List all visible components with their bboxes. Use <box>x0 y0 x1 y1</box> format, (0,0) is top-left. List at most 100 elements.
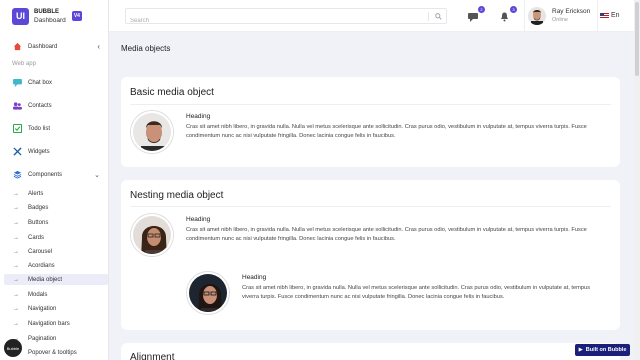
media-object: Heading Cras sit amet nibh libero, in gr… <box>131 111 606 153</box>
sidebar-item-label: Components <box>28 171 63 178</box>
sidebar-subitem[interactable]: → Acordians <box>4 260 108 271</box>
sidebar-subitem-label: Modals <box>28 291 48 298</box>
sidebar-subitem-label: Acordians <box>28 262 55 269</box>
users-icon <box>13 101 22 110</box>
media-object: Heading Cras sit amet nibh libero, in gr… <box>131 214 606 256</box>
sidebar-subitem[interactable]: → Navigation bars <box>4 318 108 329</box>
media-text: Cras sit amet nibh libero, in gravida nu… <box>242 285 591 300</box>
arrow-right-icon: → <box>13 219 19 226</box>
sidebar-item-label: Contacts <box>28 102 52 109</box>
sidebar-item-dashboard[interactable]: Dashboard ‹ <box>0 40 108 53</box>
media-image <box>187 272 229 314</box>
sidebar-subitem[interactable]: → Navigation <box>4 303 108 314</box>
sidebar-subitem[interactable]: → Badges <box>4 202 108 213</box>
sidebar-subitem-label: Cards <box>28 234 45 241</box>
messages-badge: 2 <box>478 6 485 13</box>
divider <box>130 104 611 105</box>
sidebar-subitem-label: Popover & tooltips <box>28 349 77 356</box>
sidebar-subitem-label: Badges <box>28 204 49 211</box>
alignment-card: Alignment <box>121 343 620 360</box>
nesting-media-card: Nesting media object Heading Cras sit am… <box>121 180 620 330</box>
sidebar-subitem[interactable]: → Alerts <box>4 188 108 199</box>
media-heading: Heading <box>242 274 267 281</box>
sidebar-subitem-label: Pagination <box>28 335 57 342</box>
sidebar-subitem-label: Alerts <box>28 190 44 197</box>
media-image <box>131 214 173 256</box>
card-title: Basic media object <box>130 87 214 98</box>
bubble-logo-icon: ▶ <box>578 347 583 353</box>
sidebar-subitem[interactable]: → Carousel <box>4 246 108 257</box>
sidebar-item-widgets[interactable]: Widgets <box>0 145 108 158</box>
section-label: Web app <box>12 61 36 67</box>
sidebar-item-label: Dashboard <box>28 43 58 50</box>
media-image <box>131 111 173 153</box>
sidebar-subitem-label: Navigation bars <box>28 320 70 327</box>
avatar <box>528 6 546 25</box>
sidebar-item-todo-list[interactable]: Todo list <box>0 122 108 135</box>
messages-button[interactable]: 2 <box>468 6 485 22</box>
sidebar-item-components[interactable]: Components ⌄ <box>0 168 108 181</box>
media-heading: Heading <box>186 113 211 120</box>
card-title: Alignment <box>130 352 175 360</box>
media-text: Cras sit amet nibh libero, in gravida nu… <box>186 124 587 139</box>
brand-sub: Dashboard <box>34 16 66 24</box>
built-label: Built on Bubble <box>585 347 627 353</box>
arrow-right-icon: → <box>13 190 19 197</box>
search-icon[interactable] <box>428 12 442 21</box>
checklist-icon <box>13 124 22 133</box>
language-label: En <box>611 12 620 19</box>
arrow-right-icon: → <box>13 204 19 211</box>
sidebar-subitem-label: Buttons <box>28 219 49 226</box>
sidebar-subitem-label: Media object <box>28 276 63 283</box>
us-flag-icon <box>600 12 609 19</box>
sidebar-item-label: Chat box <box>28 79 53 86</box>
media-heading: Heading <box>186 216 211 223</box>
bubble-circle-button[interactable]: Bubble <box>4 339 22 357</box>
sidebar-subitem-active[interactable]: → Media object <box>4 274 108 285</box>
scrollbar-thumb[interactable] <box>635 2 639 76</box>
sidebar-subitem-label: Carousel <box>28 248 53 255</box>
notifications-button[interactable]: 3 <box>500 6 517 22</box>
user-status: Online <box>552 16 568 23</box>
notifications-badge: 3 <box>510 6 517 13</box>
scrollbar[interactable] <box>634 0 640 360</box>
chevron-down-icon[interactable]: ⌄ <box>94 171 100 179</box>
layers-icon <box>13 170 22 179</box>
card-title: Nesting media object <box>130 190 224 201</box>
sidebar-item-label: Widgets <box>28 148 50 155</box>
sidebar-subitem-label: Navigation <box>28 305 57 312</box>
chevron-left-icon[interactable]: ‹ <box>97 42 100 51</box>
language-selector[interactable]: En <box>600 12 620 19</box>
page-title: Media objects <box>121 44 171 53</box>
arrow-right-icon: → <box>13 291 19 298</box>
arrow-right-icon: → <box>13 320 19 327</box>
arrow-right-icon: → <box>13 305 19 312</box>
home-icon <box>13 42 22 51</box>
nested-media-object: Heading Cras sit amet nibh libero, in gr… <box>187 272 604 314</box>
sidebar-subitem[interactable]: → Cards <box>4 232 108 243</box>
brand-name: BUBBLE <box>34 8 59 15</box>
search-box[interactable] <box>125 8 447 28</box>
sidebar-item-contacts[interactable]: Contacts <box>0 99 108 112</box>
arrow-right-icon: → <box>13 276 19 283</box>
logo: UI <box>12 7 29 25</box>
chat-icon <box>13 78 22 87</box>
arrow-right-icon: → <box>13 248 19 255</box>
sidebar-item-label: Todo list <box>28 125 51 132</box>
bell-icon <box>501 12 508 22</box>
media-text: Cras sit amet nibh libero, in gravida nu… <box>186 227 587 242</box>
user-profile[interactable]: Ray Erickson Online <box>524 3 597 28</box>
sidebar-item-chat-box[interactable]: Chat box <box>0 76 108 89</box>
topbar: 2 3 Ray Erickson Online En <box>109 0 640 32</box>
sidebar-subitem[interactable]: → Buttons <box>4 217 108 228</box>
sidebar-subitem[interactable]: → Modals <box>4 289 108 300</box>
built-on-bubble-button[interactable]: ▶ Built on Bubble <box>575 344 630 356</box>
version-badge: V4 <box>71 11 82 21</box>
sidebar: UI BUBBLE Dashboard V4 Dashboard ‹ Web a… <box>0 0 109 360</box>
divider <box>130 206 611 207</box>
search-input[interactable] <box>126 14 421 28</box>
arrow-right-icon: → <box>13 234 19 241</box>
arrow-right-icon: → <box>13 262 19 269</box>
brand[interactable]: UI BUBBLE Dashboard V4 <box>12 6 82 26</box>
tools-icon <box>13 147 22 156</box>
